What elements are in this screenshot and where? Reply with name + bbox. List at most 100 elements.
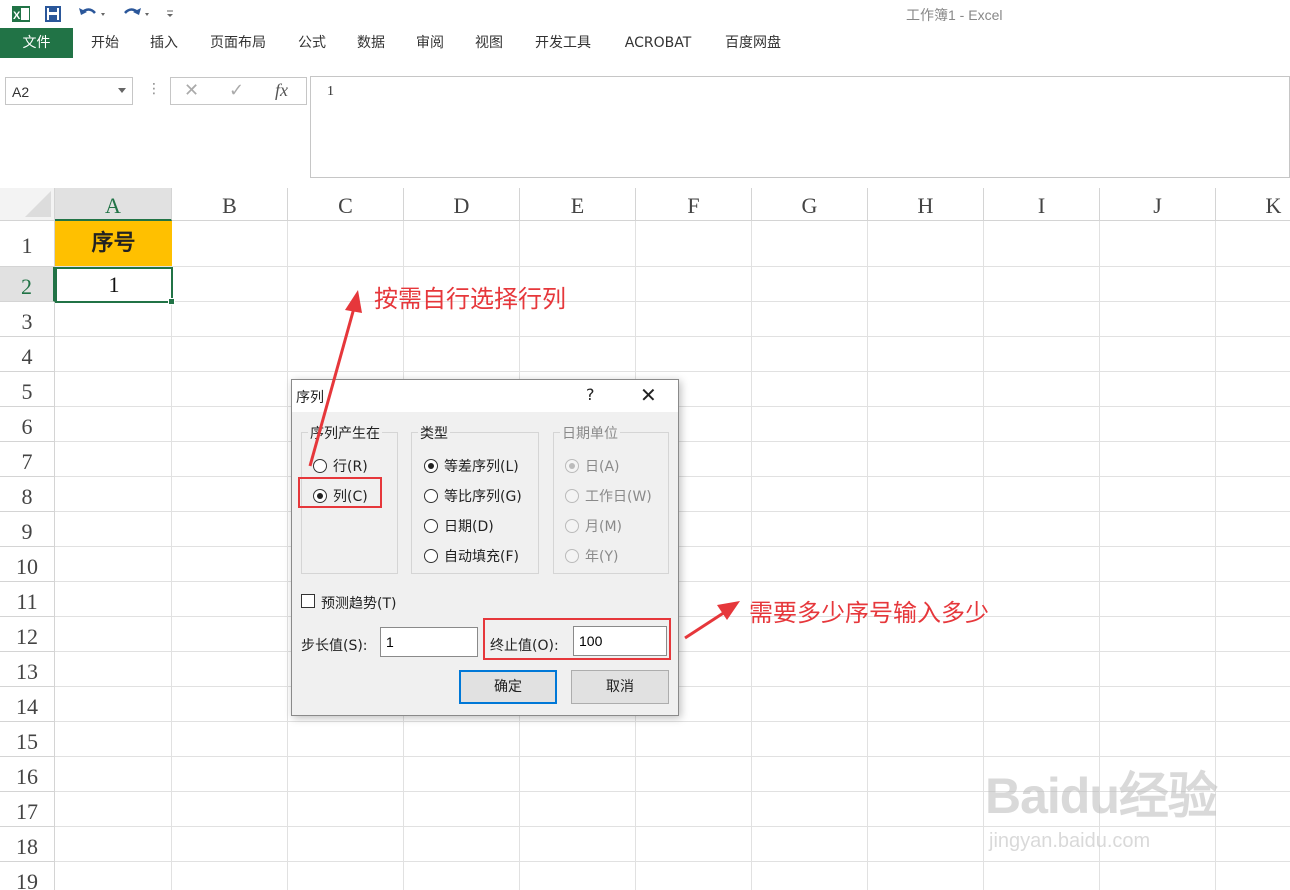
series-dialog: 序列 ? ✕ 序列产生在 行(R) 列(C) 类型 等差序列(L) 等比序列(G… — [291, 379, 679, 716]
close-icon[interactable]: ✕ — [640, 383, 657, 407]
grid-vline — [171, 221, 172, 890]
tab-home[interactable]: 开始 — [80, 28, 130, 58]
row-header-17[interactable]: 17 — [0, 792, 55, 827]
trend-checkbox[interactable] — [301, 594, 315, 608]
row-header-15[interactable]: 15 — [0, 722, 55, 757]
formula-value: 1 — [327, 84, 334, 99]
dialog-title: 序列 — [296, 390, 324, 406]
grid-hline — [55, 371, 1290, 372]
row-header-4[interactable]: 4 — [0, 337, 55, 372]
radio-linear-circle[interactable] — [424, 459, 438, 473]
row-header-14[interactable]: 14 — [0, 687, 55, 722]
step-value-input[interactable] — [380, 627, 478, 657]
column-header-g[interactable]: G — [752, 188, 868, 221]
column-header-a[interactable]: A — [55, 188, 172, 221]
column-header-c[interactable]: C — [288, 188, 404, 221]
tab-view[interactable]: 视图 — [464, 28, 514, 58]
ok-button[interactable]: 确定 — [459, 670, 557, 704]
grid-vline — [983, 221, 984, 890]
column-header-j[interactable]: J — [1100, 188, 1216, 221]
baidu-watermark: Baidu经验 jingyan.baidu.com — [985, 752, 1225, 862]
radio-date-circle[interactable] — [424, 519, 438, 533]
cancel-entry-icon[interactable]: ✕ — [184, 80, 199, 101]
column-header-d[interactable]: D — [404, 188, 520, 221]
radio-growth-circle[interactable] — [424, 489, 438, 503]
tab-page-layout[interactable]: 页面布局 — [198, 28, 278, 58]
row-header-6[interactable]: 6 — [0, 407, 55, 442]
confirm-entry-icon[interactable]: ✓ — [229, 80, 244, 101]
excel-icon[interactable]: X — [10, 4, 32, 24]
column-header-h[interactable]: H — [868, 188, 984, 221]
cell-a1[interactable]: 序号 — [55, 221, 172, 266]
help-icon[interactable]: ? — [586, 385, 595, 404]
radio-date-option[interactable]: 日期(D) — [424, 516, 494, 536]
name-box[interactable]: A2 — [5, 77, 133, 105]
row-header-13[interactable]: 13 — [0, 652, 55, 687]
radio-day-label: 日(A) — [585, 459, 620, 475]
row-header-1[interactable]: 1 — [0, 221, 55, 267]
radio-row-option[interactable]: 行(R) — [313, 456, 368, 476]
column-header-e[interactable]: E — [520, 188, 636, 221]
column-header-f[interactable]: F — [636, 188, 752, 221]
radio-autofill-circle[interactable] — [424, 549, 438, 563]
row-header-16[interactable]: 16 — [0, 757, 55, 792]
radio-month-label: 月(M) — [585, 519, 623, 535]
tab-formulas[interactable]: 公式 — [287, 28, 337, 58]
dialog-title-bar[interactable]: 序列 ? ✕ — [292, 380, 678, 412]
radio-autofill-option[interactable]: 自动填充(F) — [424, 546, 519, 566]
tab-acrobat[interactable]: ACROBAT — [612, 28, 704, 58]
radio-autofill-label: 自动填充(F) — [444, 549, 519, 565]
redo-icon[interactable] — [120, 4, 152, 24]
insert-function-button[interactable]: fx — [275, 80, 288, 101]
formula-buttons: ✕ ✓ fx — [170, 77, 307, 105]
radio-weekday-label: 工作日(W) — [585, 489, 652, 505]
tab-baidu-netdisk[interactable]: 百度网盘 — [713, 28, 793, 58]
tab-data[interactable]: 数据 — [346, 28, 396, 58]
formula-input[interactable]: 1 — [310, 76, 1290, 178]
save-icon[interactable] — [42, 4, 64, 24]
undo-icon[interactable] — [76, 4, 108, 24]
tab-insert[interactable]: 插入 — [139, 28, 189, 58]
row-header-10[interactable]: 10 — [0, 547, 55, 582]
column-header-k[interactable]: K — [1216, 188, 1290, 221]
row-header-12[interactable]: 12 — [0, 617, 55, 652]
radio-date-label: 日期(D) — [444, 519, 494, 535]
radio-year-option: 年(Y) — [565, 546, 618, 566]
tab-developer[interactable]: 开发工具 — [523, 28, 603, 58]
stop-value-highlight — [483, 618, 671, 660]
row-header-3[interactable]: 3 — [0, 302, 55, 337]
row-header-8[interactable]: 8 — [0, 477, 55, 512]
row-header-2[interactable]: 2 — [0, 267, 55, 302]
column-header-b[interactable]: B — [172, 188, 288, 221]
radio-linear-option[interactable]: 等差序列(L) — [424, 456, 519, 476]
tab-file[interactable]: 文件 — [0, 28, 73, 58]
grid-vline — [751, 221, 752, 890]
cell-a2-active[interactable]: 1 — [55, 267, 173, 303]
radio-growth-option[interactable]: 等比序列(G) — [424, 486, 522, 506]
chevron-down-icon[interactable] — [118, 88, 126, 93]
grid-hline — [55, 266, 1290, 267]
row-header-5[interactable]: 5 — [0, 372, 55, 407]
tab-review[interactable]: 审阅 — [405, 28, 455, 58]
row-header-19[interactable]: 19 — [0, 862, 55, 890]
row-header-7[interactable]: 7 — [0, 442, 55, 477]
more-icon: ⋮ — [147, 81, 161, 97]
select-all-button[interactable] — [0, 188, 55, 221]
radio-linear-label: 等差序列(L) — [444, 459, 519, 475]
cancel-button[interactable]: 取消 — [571, 670, 669, 704]
column-header-i[interactable]: I — [984, 188, 1100, 221]
annotation-how-many: 需要多少序号输入多少 — [749, 599, 989, 627]
radio-row-circle[interactable] — [313, 459, 327, 473]
radio-year-circle — [565, 549, 579, 563]
row-header-11[interactable]: 11 — [0, 582, 55, 617]
row-header-18[interactable]: 18 — [0, 827, 55, 862]
radio-weekday-option: 工作日(W) — [565, 486, 652, 506]
radio-day-circle — [565, 459, 579, 473]
fill-handle[interactable] — [168, 298, 175, 305]
grid-vline — [287, 221, 288, 890]
customize-qat-icon[interactable] — [164, 4, 176, 24]
title-bar: X 工作簿1 - Excel — [0, 0, 1290, 28]
row-header-9[interactable]: 9 — [0, 512, 55, 547]
radio-month-option: 月(M) — [565, 516, 622, 536]
radio-year-label: 年(Y) — [585, 549, 619, 565]
